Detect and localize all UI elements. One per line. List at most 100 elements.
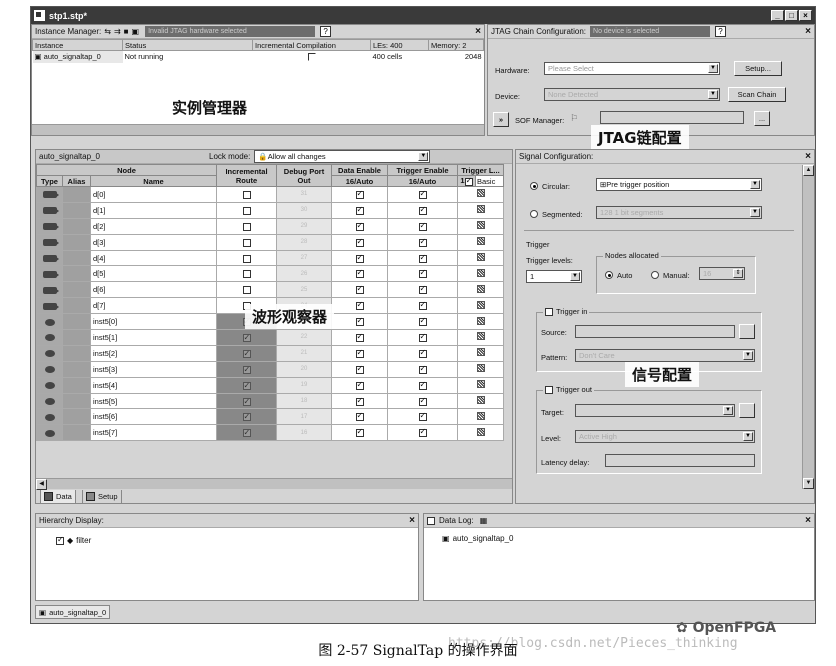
data-enable-checkbox[interactable] [355, 284, 364, 295]
data-enable-cell[interactable] [331, 249, 388, 267]
trigger-enable-checkbox[interactable] [418, 348, 427, 358]
sof-file-field[interactable] [600, 111, 744, 124]
close-jtag-icon[interactable]: × [805, 26, 811, 37]
trigger-enable-cell[interactable] [387, 376, 458, 394]
node-name[interactable]: d[2] [90, 217, 217, 235]
node-name[interactable]: d[1] [90, 201, 217, 219]
trigger-enable-cell[interactable] [387, 281, 458, 299]
jtag-help-icon[interactable]: ? [715, 26, 727, 37]
debug-port-cell[interactable]: 28 [276, 233, 332, 251]
datalog-checkbox[interactable] [427, 516, 435, 525]
alias-cell[interactable] [62, 297, 91, 315]
trigger-enable-cell[interactable] [387, 344, 458, 362]
incremental-route-checkbox[interactable] [242, 190, 251, 199]
incremental-route-cell[interactable] [216, 408, 277, 426]
node-name[interactable]: inst5[1] [90, 329, 217, 346]
debug-port-cell[interactable]: 21 [276, 344, 332, 362]
debug-port-cell[interactable]: 16 [276, 424, 332, 442]
data-enable-checkbox[interactable] [355, 411, 364, 422]
trigger-enable-cell[interactable] [387, 217, 458, 235]
incremental-route-checkbox[interactable] [242, 364, 251, 375]
tab-setup[interactable]: Setup [82, 490, 122, 504]
debug-port-cell[interactable]: 26 [276, 265, 332, 283]
incremental-route-checkbox[interactable] [242, 238, 251, 247]
incremental-route-checkbox[interactable] [242, 427, 251, 438]
trigger-condition-cell[interactable] [457, 424, 504, 442]
data-enable-checkbox[interactable] [355, 205, 364, 215]
source-browse-button[interactable] [739, 324, 755, 339]
autorun-icon[interactable]: ⇉ [114, 27, 121, 36]
data-enable-checkbox[interactable] [355, 348, 364, 358]
lock-mode-select[interactable]: 🔒 Allow all changes ▼ [254, 150, 431, 163]
trigger-enable-cell[interactable] [387, 360, 458, 378]
table-row[interactable]: inst5[1] 22 [36, 329, 504, 346]
incremental-route-cell[interactable] [216, 201, 277, 219]
col-instance[interactable]: Instance [32, 39, 123, 51]
trigger-condition-cell[interactable] [457, 233, 504, 251]
incremental-route-checkbox[interactable] [242, 222, 251, 231]
col-memory[interactable]: Memory: 2 [428, 39, 484, 51]
trigger-enable-checkbox[interactable] [418, 316, 427, 327]
debug-port-cell[interactable]: 30 [276, 201, 332, 219]
data-enable-checkbox[interactable] [355, 237, 364, 247]
close-signal-config-icon[interactable]: × [805, 151, 811, 162]
trigger-enable-cell[interactable] [387, 313, 458, 331]
trigger-enable-checkbox[interactable] [418, 364, 427, 374]
dont-care-icon[interactable] [476, 427, 485, 436]
table-row[interactable]: d[3] 28 [36, 233, 504, 251]
dont-care-icon[interactable] [476, 364, 485, 373]
table-row[interactable]: inst5[3] 20 [36, 360, 504, 378]
data-enable-checkbox[interactable] [355, 300, 364, 311]
stop-icon[interactable]: ■ [124, 27, 129, 36]
trigger-enable-checkbox[interactable] [418, 380, 427, 390]
trigger-enable-cell[interactable] [387, 186, 458, 203]
trigger-enable-checkbox[interactable] [418, 205, 427, 215]
trigger-in-checkbox[interactable] [545, 307, 553, 316]
dont-care-icon[interactable] [476, 189, 485, 198]
node-name[interactable]: d[7] [90, 297, 217, 315]
pattern-select[interactable]: Don't Care ▼ [575, 349, 755, 362]
datalog-item[interactable]: ▣ auto_signaltap_0 [442, 534, 514, 543]
data-enable-cell[interactable] [331, 265, 388, 283]
manual-nodes-stepper[interactable]: 16 ⇕ [699, 267, 745, 280]
program-icon[interactable]: ⚐ [570, 113, 578, 124]
node-name[interactable]: inst5[6] [90, 408, 217, 426]
hierarchy-checkbox[interactable] [56, 535, 64, 545]
table-row[interactable]: d[0] 31 [36, 186, 504, 203]
table-row[interactable]: d[1] 30 [36, 201, 504, 219]
alias-cell[interactable] [62, 360, 91, 378]
incremental-route-checkbox[interactable] [242, 396, 251, 407]
data-enable-checkbox[interactable] [355, 427, 364, 438]
data-enable-checkbox[interactable] [355, 268, 364, 279]
alias-cell[interactable] [62, 217, 91, 235]
trigger-enable-checkbox[interactable] [418, 268, 427, 279]
trigger-level-checkbox[interactable] [464, 176, 473, 186]
close-hierarchy-icon[interactable]: × [409, 515, 415, 526]
scroll-left-icon[interactable]: ◀ [36, 479, 47, 490]
debug-port-cell[interactable]: 20 [276, 360, 332, 378]
dont-care-icon[interactable] [476, 205, 485, 214]
hardware-select[interactable]: Please Select ▼ [544, 62, 720, 75]
bottom-instance-tab[interactable]: ▣ auto_signaltap_0 [35, 605, 111, 619]
data-enable-cell[interactable] [331, 281, 388, 299]
dont-care-icon[interactable] [476, 268, 485, 277]
incremental-route-cell[interactable] [216, 329, 277, 346]
circular-radio[interactable] [530, 182, 538, 190]
dont-care-icon[interactable] [476, 300, 485, 309]
alias-cell[interactable] [62, 233, 91, 251]
trigger-enable-cell[interactable] [387, 249, 458, 267]
trigger-condition-cell[interactable] [457, 265, 504, 283]
stepper-icon[interactable]: ⇕ [733, 269, 743, 278]
data-enable-checkbox[interactable] [355, 396, 364, 406]
data-enable-cell[interactable] [331, 297, 388, 315]
trigger-condition-cell[interactable] [457, 408, 504, 426]
col-status[interactable]: Status [122, 39, 253, 51]
node-name[interactable]: d[3] [90, 233, 217, 251]
trigger-condition-cell[interactable] [457, 392, 504, 410]
debug-port-cell[interactable]: 31 [276, 186, 332, 203]
read-icon[interactable]: ▣ [132, 27, 140, 36]
data-enable-cell[interactable] [331, 313, 388, 331]
trigger-enable-cell[interactable] [387, 265, 458, 283]
dont-care-icon[interactable] [476, 380, 485, 389]
data-enable-cell[interactable] [331, 408, 388, 426]
